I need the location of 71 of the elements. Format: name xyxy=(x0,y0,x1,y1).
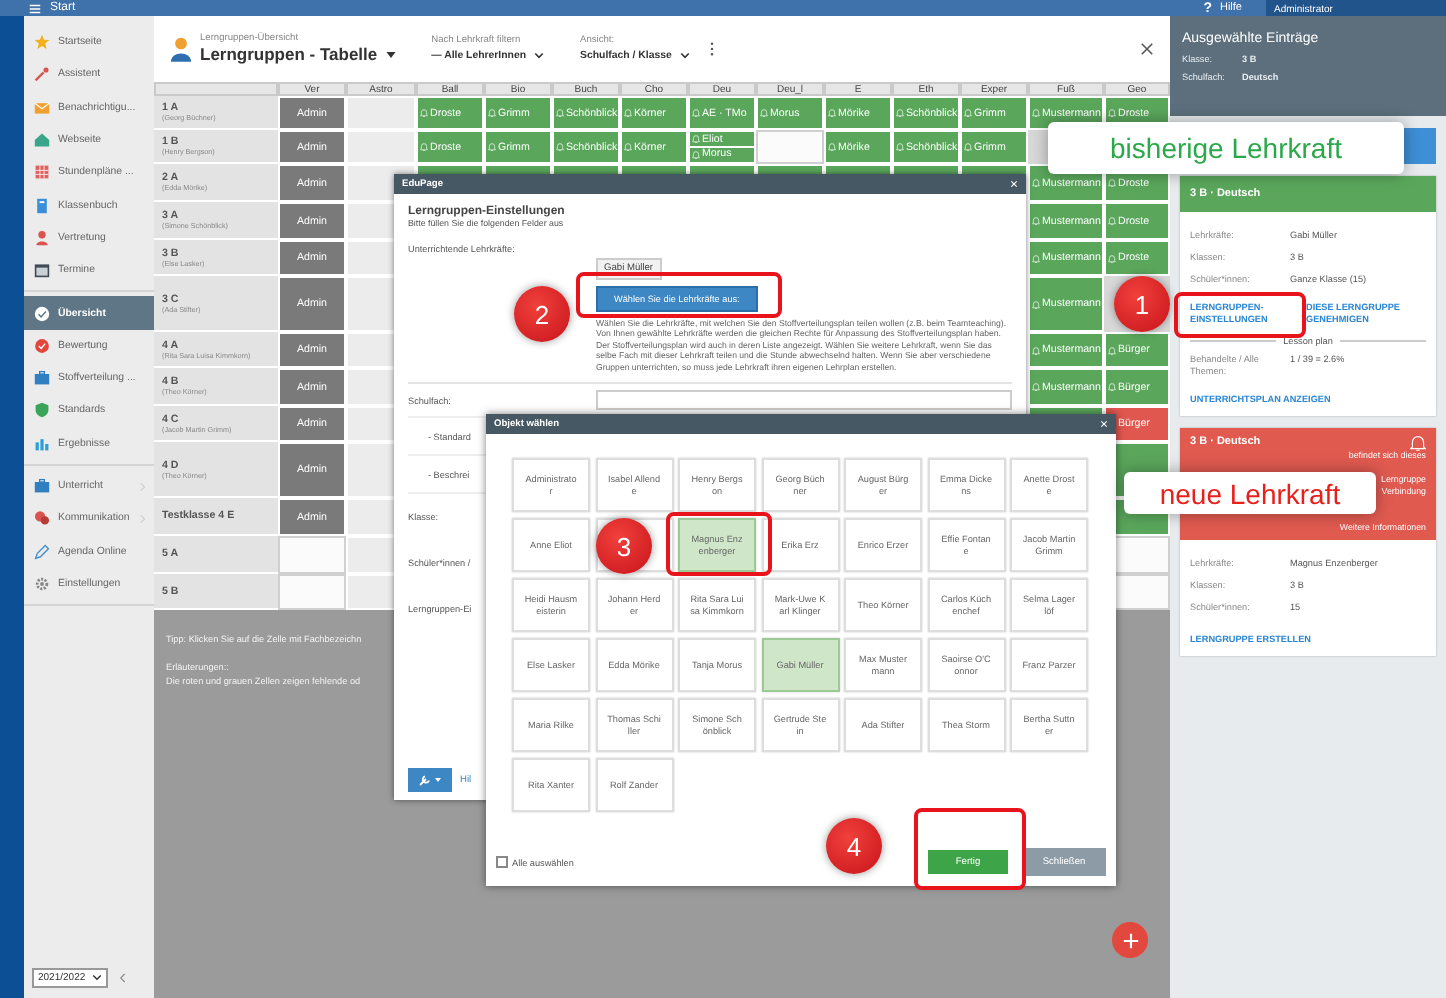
check-circle-icon xyxy=(34,305,50,322)
bell-icon xyxy=(964,108,972,118)
book-icon xyxy=(34,197,50,214)
bell-icon xyxy=(692,108,700,118)
bell-icon xyxy=(692,134,700,145)
bell-icon xyxy=(1108,345,1116,355)
bell-icon xyxy=(1032,178,1040,188)
bell-icon xyxy=(896,108,904,118)
bell-icon xyxy=(1032,382,1040,392)
wand-icon xyxy=(34,66,50,83)
gear-icon xyxy=(34,575,50,592)
highlight-frame xyxy=(666,512,772,576)
table-cell[interactable] xyxy=(278,536,346,574)
person-icon xyxy=(170,36,192,62)
shield-icon xyxy=(34,402,50,419)
tools-button[interactable] xyxy=(408,768,452,792)
bell-icon xyxy=(624,108,632,118)
bell-icon xyxy=(1032,299,1040,309)
bell-icon xyxy=(896,142,904,152)
bar-chart-icon xyxy=(34,435,50,452)
bell-icon xyxy=(828,142,836,152)
close-icon[interactable] xyxy=(1140,42,1154,56)
bell-icon xyxy=(488,108,496,118)
bell-icon xyxy=(964,142,972,152)
highlight-frame xyxy=(1174,292,1306,338)
callout-tooltip: neue Lehrkraft xyxy=(1124,472,1376,514)
menu-icon[interactable] xyxy=(28,1,42,15)
bell-icon xyxy=(488,142,496,152)
bell-icon xyxy=(420,108,428,118)
bell-icon xyxy=(1108,178,1116,188)
more-icon[interactable] xyxy=(709,42,714,56)
badge-icon xyxy=(34,337,50,354)
calendar-icon xyxy=(34,262,50,279)
plus-icon xyxy=(1121,931,1139,949)
chat-icon xyxy=(34,510,50,527)
chevron-down-icon xyxy=(91,974,102,982)
pencil-icon xyxy=(34,543,50,560)
bell-icon xyxy=(692,149,700,160)
bell-icon xyxy=(1032,108,1040,118)
bell-icon xyxy=(1032,253,1040,263)
bell-icon xyxy=(1108,253,1116,263)
wrench-icon xyxy=(416,772,444,788)
collapse-icon[interactable] xyxy=(117,972,126,984)
bell-icon xyxy=(556,142,564,152)
bell-icon xyxy=(1108,216,1116,226)
bell-icon xyxy=(760,108,768,118)
bell-icon xyxy=(420,142,428,152)
caret-icon xyxy=(385,51,396,57)
person-icon xyxy=(34,229,50,246)
calendar-icon xyxy=(34,164,50,181)
bell-icon xyxy=(1108,108,1116,118)
briefcase-icon xyxy=(34,370,50,387)
bell-icon xyxy=(1032,216,1040,226)
highlight-frame xyxy=(914,808,1026,890)
house-icon xyxy=(34,132,50,149)
bell-icon xyxy=(1032,345,1040,355)
subject-select[interactable] xyxy=(596,390,1012,411)
briefcase-icon xyxy=(34,478,50,494)
star-icon xyxy=(34,34,50,51)
table-cell[interactable] xyxy=(278,574,346,610)
callout-tooltip: bisherige Lehrkraft xyxy=(1048,122,1404,174)
bell-icon xyxy=(828,108,836,118)
bell-icon xyxy=(1410,433,1426,451)
table-cell[interactable] xyxy=(756,130,824,164)
envelope-icon xyxy=(34,99,50,116)
chevron-down-icon xyxy=(679,52,690,60)
chevron-down-icon xyxy=(534,52,545,60)
bell-icon xyxy=(1108,382,1116,392)
bell-icon xyxy=(556,108,564,118)
page-title[interactable]: Lerngruppen - Tabelle xyxy=(200,44,396,64)
bell-icon xyxy=(624,142,632,152)
